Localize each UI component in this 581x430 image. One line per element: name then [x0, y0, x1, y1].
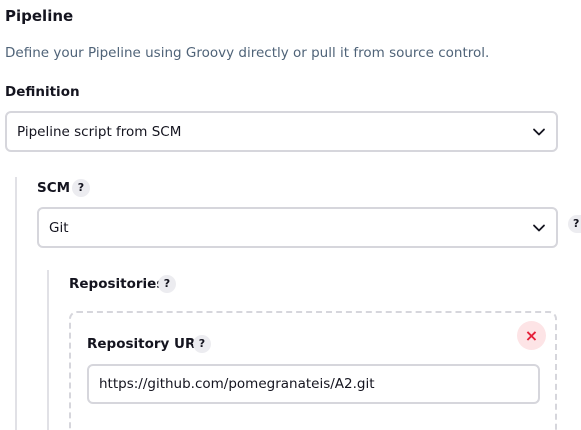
scm-select-help-icon[interactable]: ? — [568, 215, 581, 233]
close-icon[interactable]: × — [517, 321, 546, 350]
repository-url-help-icon[interactable]: ? — [193, 335, 211, 353]
repositories-nesting-line — [47, 270, 49, 430]
repositories-help-icon[interactable]: ? — [158, 275, 176, 293]
repositories-label: Repositories — [69, 276, 165, 292]
scm-help-icon[interactable]: ? — [72, 179, 90, 197]
repository-url-input[interactable] — [87, 364, 540, 404]
scm-select[interactable]: Git — [37, 207, 558, 248]
chevron-down-icon — [533, 224, 545, 231]
section-description: Define your Pipeline using Groovy direct… — [5, 45, 490, 61]
definition-select-value: Pipeline script from SCM — [17, 123, 182, 140]
chevron-down-icon — [533, 128, 545, 135]
repository-url-label: Repository URL — [87, 336, 204, 352]
scm-nesting-line — [15, 177, 17, 430]
definition-select[interactable]: Pipeline script from SCM — [5, 111, 558, 152]
scm-label: SCM — [37, 180, 71, 196]
scm-select-value: Git — [49, 219, 69, 236]
pipeline-config-page: Pipeline Define your Pipeline using Groo… — [0, 0, 581, 430]
section-title: Pipeline — [5, 7, 74, 25]
definition-label: Definition — [5, 84, 80, 100]
